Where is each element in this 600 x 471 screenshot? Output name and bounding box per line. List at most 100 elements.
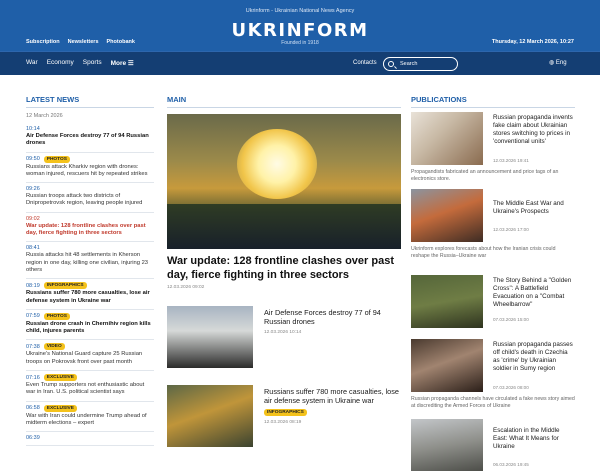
publication-date: 06.03.2026 19:45: [493, 462, 529, 467]
publication-title[interactable]: Escalation in the Middle East: What It M…: [493, 427, 575, 451]
publication-title[interactable]: Russian propaganda invents fake claim ab…: [493, 114, 575, 146]
publication-description: Russian propaganda channels have circula…: [411, 396, 575, 409]
photobank-link[interactable]: Photobank: [107, 39, 135, 45]
subscription-link[interactable]: Subscription: [26, 39, 60, 45]
publication-description: Propagandists fabricated an announcement…: [411, 169, 559, 182]
news-headline[interactable]: War update: 128 frontline clashes over p…: [26, 223, 154, 238]
publication-title[interactable]: Russian propaganda passes off child's de…: [493, 341, 575, 373]
news-time-row: 09:26: [26, 186, 154, 192]
news-time-row: 07:59 PHOTOS: [26, 312, 154, 320]
news-time-row: 09:50 PHOTOS: [26, 155, 154, 163]
publication-date: 12.03.2026 17:00: [493, 227, 529, 232]
news-headline[interactable]: Air Defense Forces destroy 77 of 94 Russ…: [26, 133, 154, 148]
search-input[interactable]: Search: [383, 57, 458, 71]
nav-item-war[interactable]: War: [26, 59, 38, 67]
nav-more-button[interactable]: More ☰: [111, 59, 134, 67]
news-time-row: 10:14: [26, 126, 154, 132]
latest-news-item[interactable]: 09:50 PHOTOS Russians attack Kharkiv regio…: [26, 153, 154, 184]
news-time: 08:41: [26, 245, 40, 252]
nav-item-sports[interactable]: Sports: [83, 59, 102, 67]
story-title[interactable]: Air Defense Forces destroy 77 of 94 Russ…: [264, 308, 401, 326]
news-time: 07:16: [26, 374, 40, 381]
publication-description: Ukrinform explores forecasts about how t…: [411, 246, 556, 259]
hero-headline[interactable]: War update: 128 frontline clashes over p…: [167, 255, 401, 282]
hero-date: 12.03.2026 09:02: [167, 285, 205, 290]
publications-title: PUBLICATIONS: [411, 95, 575, 108]
news-time: 08:19: [26, 282, 40, 289]
publication-date: 07.03.2026 08:00: [493, 385, 529, 390]
publication-date: 07.03.2026 15:00: [493, 317, 529, 322]
main-title: MAIN: [167, 95, 401, 108]
latest-news-item[interactable]: 08:19 INFOGRAPHICS Russians suffer 780 mor…: [26, 279, 154, 310]
site-logo[interactable]: UKRINFORM: [0, 20, 600, 41]
story-badge: INFOGRAPHICS: [264, 409, 307, 416]
publication-date: 12.03.2026 19:41: [493, 158, 529, 163]
news-headline[interactable]: Russian drone crash in Chernihiv region …: [26, 321, 154, 336]
news-headline[interactable]: Russians suffer 780 more casualties, los…: [26, 290, 154, 305]
publication-thumbnail[interactable]: [411, 112, 483, 165]
news-time: 07:38: [26, 343, 40, 350]
globe-icon: ◍: [549, 60, 556, 66]
news-badge: VIDEO: [43, 343, 65, 351]
story-date: 12.03.2026 10:14: [264, 330, 302, 335]
language-label: Eng: [555, 60, 567, 66]
latest-news-list: 10:14 Air Defense Forces destroy 77 of 94…: [26, 123, 154, 447]
latest-news-item[interactable]: 08:41 Russia attacks hit 48 settlements i…: [26, 242, 154, 280]
news-headline[interactable]: Even Trump supporters not enthusiastic a…: [26, 382, 154, 397]
latest-news-item[interactable]: 09:26 Russian troops attack two districts…: [26, 183, 154, 213]
news-headline[interactable]: Ukraine's National Guard capture 25 Russ…: [26, 351, 154, 366]
news-time-row: 08:19 INFOGRAPHICS: [26, 282, 154, 290]
latest-news-item[interactable]: 09:02 War update: 128 frontline clashes o…: [26, 213, 154, 243]
news-badge: EXCLUSIVE: [43, 374, 77, 382]
latest-news-item[interactable]: 06:58 EXCLUSIVE War with Iran could underm…: [26, 402, 154, 433]
nav-item-economy[interactable]: Economy: [47, 59, 74, 67]
latest-news-title: LATEST NEWS: [26, 95, 154, 108]
hero-image[interactable]: [167, 114, 401, 249]
top-links: Subscription Newsletters Photobank: [26, 39, 135, 45]
news-badge: INFOGRAPHICS: [43, 282, 87, 290]
news-time: 06:39: [26, 435, 40, 442]
latest-news-item[interactable]: 07:59 PHOTOS Russian drone crash in Cherni…: [26, 310, 154, 341]
news-time: 07:59: [26, 313, 40, 320]
language-selector[interactable]: ◍ Eng: [549, 59, 567, 66]
contacts-link[interactable]: Contacts: [353, 60, 377, 66]
latest-news-item[interactable]: 06:39: [26, 432, 154, 447]
story-thumbnail[interactable]: [167, 385, 253, 447]
latest-news-item[interactable]: 10:14 Air Defense Forces destroy 77 of 94…: [26, 123, 154, 153]
site-header: Ukrinform - Ukrainian National News Agen…: [0, 0, 600, 51]
treeline-graphic: [167, 204, 401, 249]
news-time: 10:14: [26, 126, 40, 132]
story-title[interactable]: Russians suffer 780 more casualties, los…: [264, 387, 401, 405]
main-column: MAIN War update: 128 frontline clashes o…: [167, 95, 401, 447]
news-headline[interactable]: Russians attack Kharkiv region with dron…: [26, 164, 154, 179]
news-time-row: 07:16 EXCLUSIVE: [26, 374, 154, 382]
news-time: 09:50: [26, 156, 40, 163]
search-icon: [388, 61, 394, 67]
newsletters-link[interactable]: Newsletters: [68, 39, 99, 45]
publication-title[interactable]: The Middle East War and Ukraine's Prospe…: [493, 200, 575, 216]
latest-news-column: LATEST NEWS 12 March 2026 10:14 Air Defen…: [26, 95, 154, 447]
publication-thumbnail[interactable]: [411, 419, 483, 471]
publication-thumbnail[interactable]: [411, 189, 483, 242]
publication-thumbnail[interactable]: [411, 339, 483, 392]
latest-news-item[interactable]: 07:16 EXCLUSIVE Even Trump supporters not …: [26, 371, 154, 402]
publication-thumbnail[interactable]: [411, 275, 483, 328]
latest-news-item[interactable]: 07:38 VIDEO Ukraine's National Guard captu…: [26, 340, 154, 372]
story-date: 12.03.2026 08:19: [264, 420, 302, 425]
news-badge: PHOTOS: [43, 312, 70, 320]
news-headline[interactable]: War with Iran could undermine Trump ahea…: [26, 413, 154, 428]
news-time-row: 08:41: [26, 245, 154, 251]
news-badge: PHOTOS: [43, 155, 70, 163]
news-time: 09:02: [26, 215, 40, 222]
publication-title[interactable]: The Story Behind a "Golden Cross": A Bat…: [493, 277, 575, 309]
header-date: Thursday, 12 March 2026, 10:27: [491, 39, 574, 45]
explosion-graphic: [237, 129, 317, 199]
publications-column: PUBLICATIONS Russian propaganda invents …: [411, 95, 575, 471]
news-headline[interactable]: Russian troops attack two districts of D…: [26, 193, 154, 208]
news-time-row: 06:58 EXCLUSIVE: [26, 404, 154, 412]
news-headline[interactable]: Russia attacks hit 48 settlements in Khe…: [26, 252, 154, 274]
news-time-row: 06:39: [26, 435, 154, 441]
news-time: 06:58: [26, 405, 40, 412]
site-tagline: Ukrinform - Ukrainian National News Agen…: [245, 8, 355, 14]
story-thumbnail[interactable]: [167, 306, 253, 368]
